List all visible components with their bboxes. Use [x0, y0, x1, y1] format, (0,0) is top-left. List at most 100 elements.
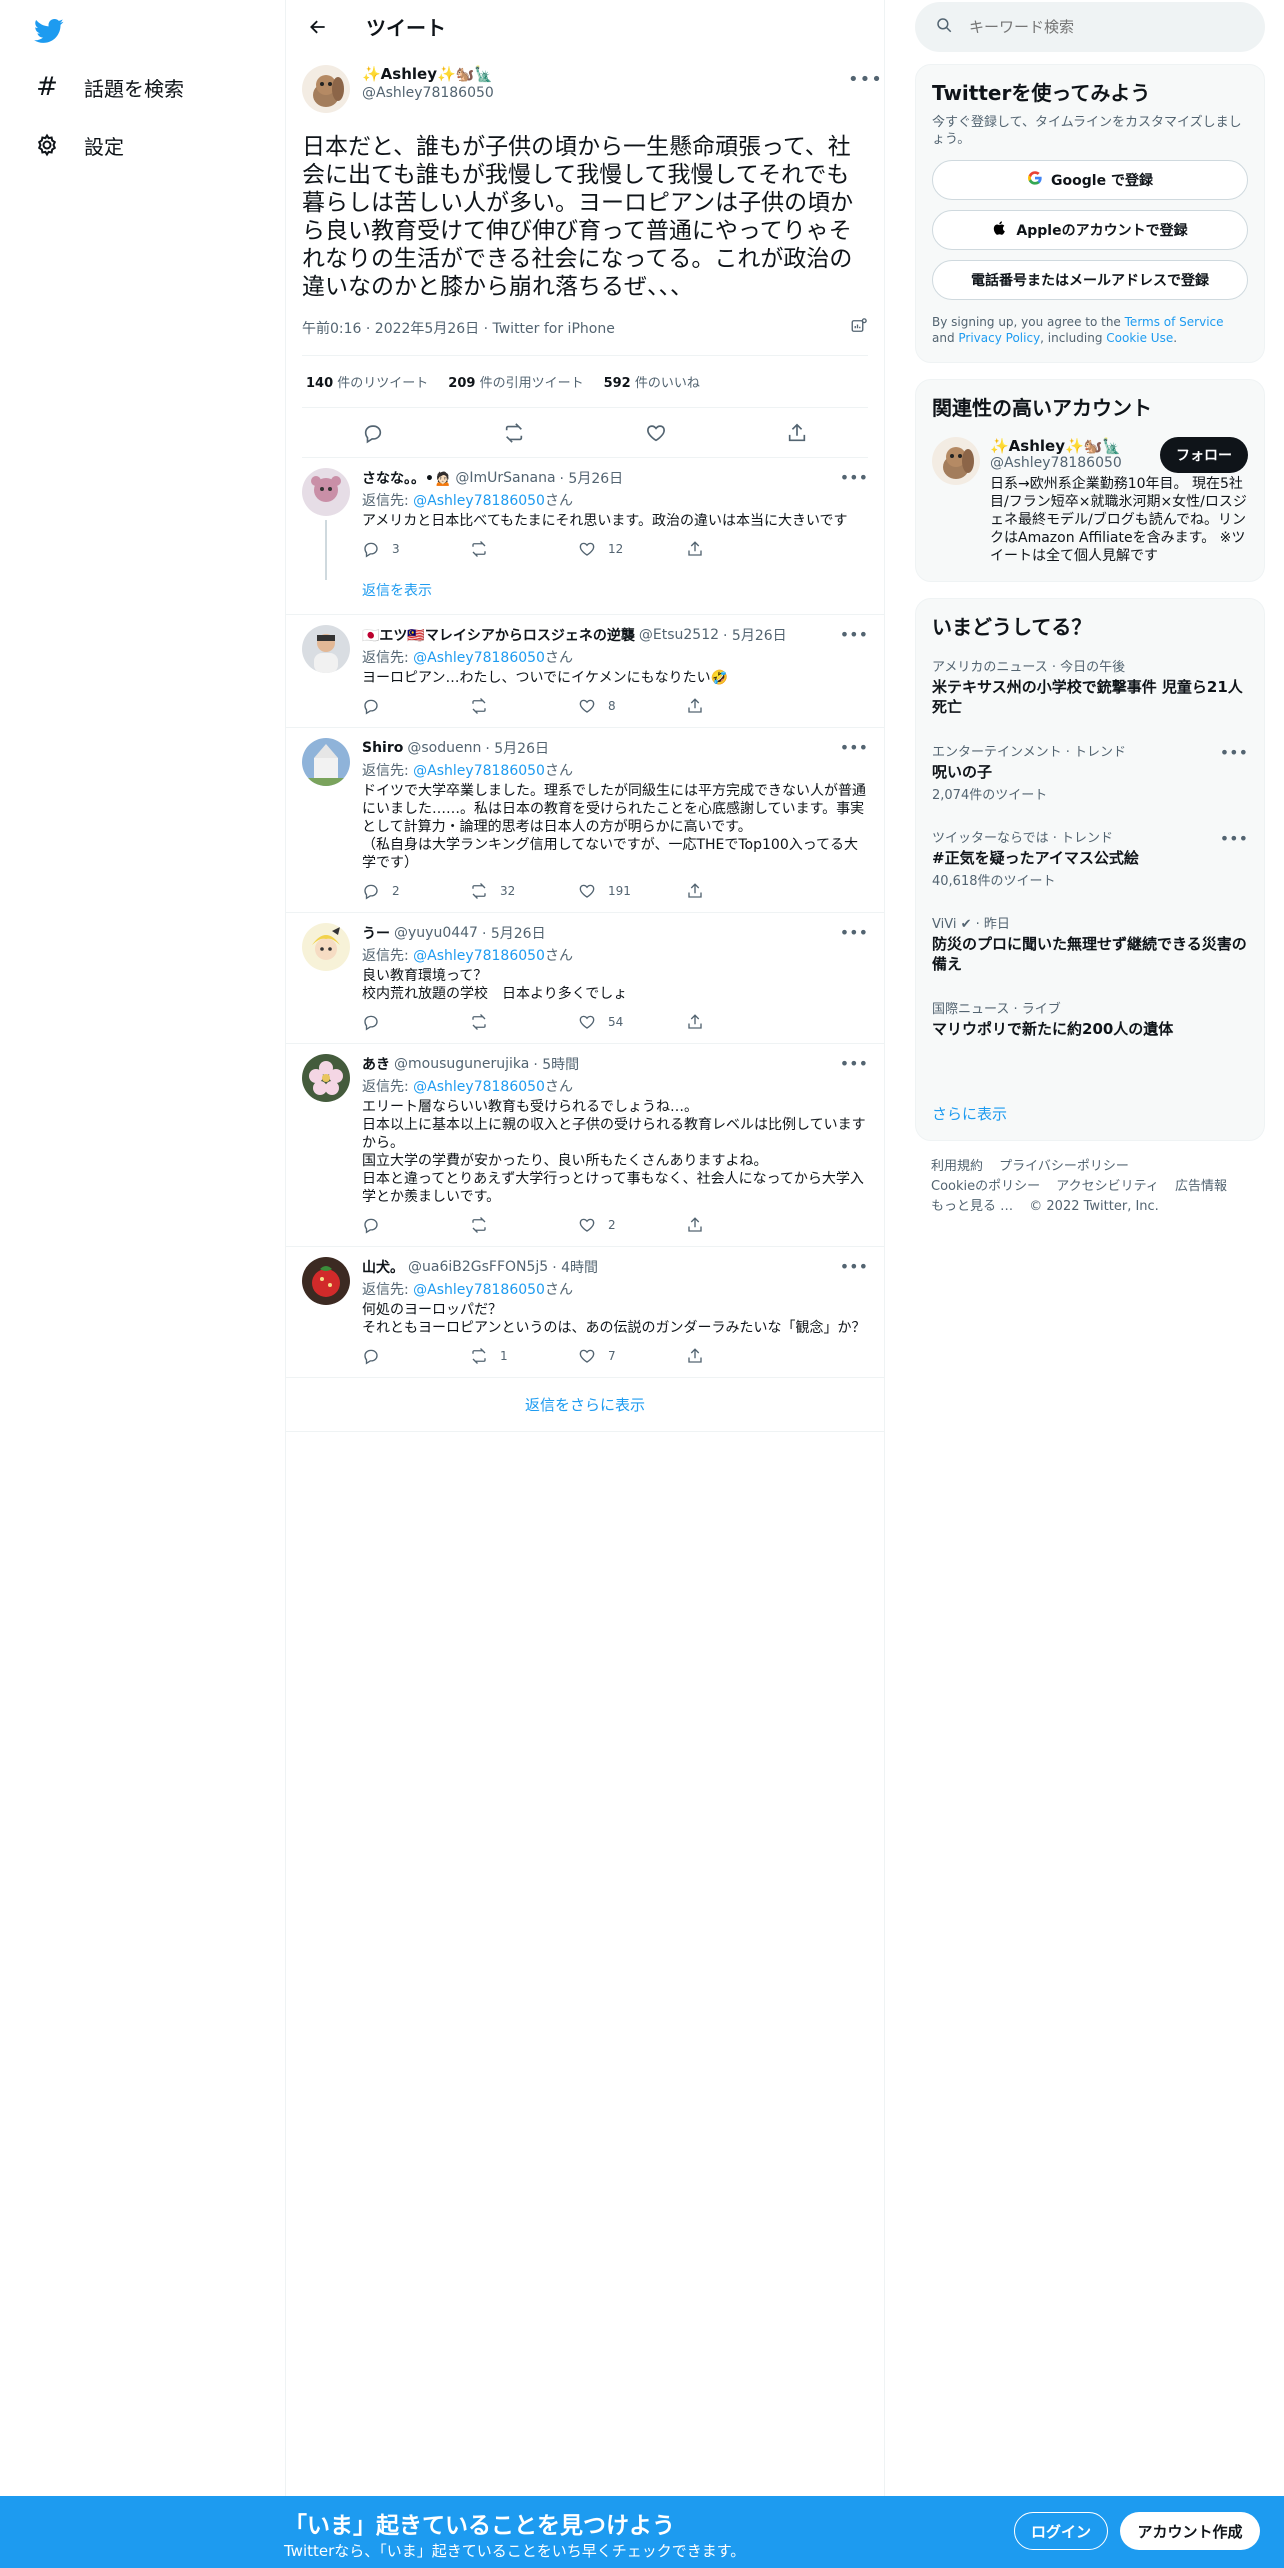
footer-link[interactable]: Cookieのポリシー [931, 1179, 1040, 1194]
reply-author-name[interactable]: さなな。。•🙍🏻 [362, 468, 451, 488]
create-account-button[interactable]: アカウント作成 [1120, 2512, 1260, 2550]
nav-explore[interactable]: # 話題を検索 [34, 67, 184, 107]
more-options-icon[interactable]: ••• [840, 1054, 868, 1073]
avatar[interactable] [302, 923, 350, 971]
retweet-action[interactable] [470, 540, 578, 558]
reply-item[interactable]: あき @mousugunerujika · 5時間 返信先: @Ashley7818… [286, 1044, 884, 1247]
show-more-replies-link[interactable]: 返信をさらに表示 [286, 1378, 884, 1432]
tweet-timestamp[interactable]: 午前0:16 · 2022年5月26日 · Twitter for iPhone [302, 318, 615, 338]
reply-to-link[interactable]: @Ashley78186050 [413, 650, 545, 666]
footer-link[interactable]: アクセシビリティ [1056, 1179, 1159, 1194]
back-arrow-icon[interactable] [304, 13, 332, 41]
like-action[interactable]: 2 [578, 1216, 686, 1234]
reply-item[interactable]: 🇯🇵エツ🇲🇾マレイシアからロスジェネの逆襲 @Etsu2512 · 5月26日 返信… [286, 615, 884, 728]
share-action[interactable] [686, 1216, 794, 1234]
reply-item[interactable]: うー @yuyu0447 · 5月26日 返信先: @Ashley78186050さ… [286, 913, 884, 1044]
trend-item[interactable]: ViVi ✔ · 昨日 防災のプロに聞いた無理せず継続できる災害の備え [916, 901, 1264, 986]
avatar[interactable] [932, 437, 980, 485]
more-options-icon[interactable]: ••• [840, 738, 868, 757]
retweet-action[interactable] [470, 1013, 578, 1031]
reply-to-link[interactable]: @Ashley78186050 [413, 948, 545, 964]
reply-author-handle[interactable]: @ua6iB2GsFFON5j5 [408, 1259, 548, 1275]
reply-item[interactable]: Shiro @soduenn · 5月26日 返信先: @Ashley7818605… [286, 728, 884, 913]
reply-date[interactable]: · 4時間 [552, 1257, 598, 1277]
footer-link[interactable]: もっと見る … [931, 1199, 1013, 1214]
retweet-count[interactable]: 140 件のリツイート [306, 372, 428, 391]
phone-email-signup-button[interactable]: 電話番号またはメールアドレスで登録 [932, 260, 1248, 300]
footer-link[interactable]: 利用規約 [931, 1159, 983, 1174]
trend-item[interactable]: ツイッターならでは · トレンド #正気を疑ったアイマス公式絵 40,618件の… [916, 815, 1264, 901]
retweet-icon[interactable] [502, 421, 526, 445]
avatar[interactable] [302, 65, 350, 113]
reply-date[interactable]: · 5月26日 [723, 625, 787, 645]
reply-action[interactable]: 3 [362, 540, 470, 558]
more-options-icon[interactable]: ••• [848, 69, 882, 90]
reply-author-name[interactable]: うー [362, 923, 390, 943]
reply-date[interactable]: · 5月26日 [485, 738, 549, 758]
retweet-action[interactable]: 32 [470, 882, 578, 900]
twitter-bird-icon[interactable] [32, 16, 66, 46]
search-box[interactable] [915, 2, 1265, 52]
reply-author-name[interactable]: 🇯🇵エツ🇲🇾マレイシアからロスジェネの逆襲 [362, 625, 635, 645]
reply-action[interactable] [362, 1013, 470, 1031]
share-action[interactable] [686, 1013, 794, 1031]
more-options-icon[interactable]: ••• [1220, 829, 1248, 848]
reply-author-handle[interactable]: @yuyu0447 [394, 925, 478, 941]
reply-author-handle[interactable]: @ImUrSanana [455, 470, 555, 486]
nav-settings[interactable]: 設定 [34, 125, 124, 165]
trend-item[interactable]: 国際ニュース · ライブ マリウポリで新たに約200人の遺体 [916, 986, 1264, 1051]
avatar[interactable] [302, 1257, 350, 1305]
avatar[interactable] [302, 625, 350, 673]
avatar[interactable] [302, 738, 350, 786]
reply-author-handle[interactable]: @soduenn [407, 740, 481, 756]
reply-to-link[interactable]: @Ashley78186050 [413, 493, 545, 509]
more-options-icon[interactable]: ••• [840, 1257, 868, 1276]
more-options-icon[interactable]: ••• [840, 468, 868, 487]
reply-action[interactable] [362, 1216, 470, 1234]
share-action[interactable] [686, 697, 794, 715]
avatar[interactable] [302, 1054, 350, 1102]
reply-icon[interactable] [361, 421, 385, 445]
quote-count[interactable]: 209 件の引用ツイート [448, 372, 583, 391]
share-action[interactable] [686, 882, 794, 900]
retweet-action[interactable] [470, 1216, 578, 1234]
reply-date[interactable]: · 5月26日 [560, 468, 624, 488]
share-action[interactable] [686, 1347, 794, 1365]
google-signup-button[interactable]: Google で登録 [932, 160, 1248, 200]
trend-item[interactable]: アメリカのニュース · 今日の午後 米テキサス州の小学校で銃撃事件 児童ら21人… [916, 644, 1264, 729]
trend-item[interactable]: エンターテインメント · トレンド 呪いの子 2,074件のツイート ••• [916, 729, 1264, 815]
reply-author-handle[interactable]: @Etsu2512 [639, 627, 719, 643]
show-more-trends-link[interactable]: さらに表示 [916, 1087, 1264, 1140]
more-options-icon[interactable]: ••• [1220, 743, 1248, 762]
reply-item[interactable]: さなな。。•🙍🏻 @ImUrSanana · 5月26日 返信先: @Ashley7… [286, 458, 884, 580]
like-action[interactable]: 8 [578, 697, 686, 715]
retweet-action[interactable] [470, 697, 578, 715]
reply-author-handle[interactable]: @mousugunerujika [394, 1056, 529, 1072]
reply-date[interactable]: · 5月26日 [482, 923, 546, 943]
author-name[interactable]: ✨Ashley✨🐿️🗽 [362, 65, 494, 83]
analytics-icon[interactable] [850, 317, 868, 339]
reply-action[interactable] [362, 697, 470, 715]
like-count[interactable]: 592 件のいいね [604, 372, 700, 391]
like-action[interactable]: 54 [578, 1013, 686, 1031]
reply-action[interactable] [362, 1347, 470, 1365]
reply-author-name[interactable]: Shiro [362, 740, 403, 756]
footer-link[interactable]: プライバシーポリシー [999, 1159, 1129, 1174]
like-action[interactable]: 7 [578, 1347, 686, 1365]
reply-item[interactable]: 山犬。 @ua6iB2GsFFON5j5 · 4時間 返信先: @Ashley781… [286, 1247, 884, 1378]
reply-action[interactable]: 2 [362, 882, 470, 900]
reply-date[interactable]: · 5時間 [533, 1054, 579, 1074]
apple-signup-button[interactable]: Appleのアカウントで登録 [932, 210, 1248, 250]
cookie-link[interactable]: Cookie Use [1106, 331, 1173, 345]
share-action[interactable] [686, 540, 794, 558]
share-icon[interactable] [785, 421, 809, 445]
reply-to-link[interactable]: @Ashley78186050 [413, 1079, 545, 1095]
reply-author-name[interactable]: あき [362, 1054, 390, 1074]
footer-link[interactable]: 広告情報 [1175, 1179, 1227, 1194]
privacy-link[interactable]: Privacy Policy [958, 331, 1040, 345]
follow-button[interactable]: フォロー [1160, 437, 1248, 473]
reply-to-link[interactable]: @Ashley78186050 [413, 1282, 545, 1298]
more-options-icon[interactable]: ••• [840, 625, 868, 644]
show-replies-link[interactable]: 返信を表示 [286, 570, 884, 615]
terms-link[interactable]: Terms of Service [1125, 315, 1224, 329]
